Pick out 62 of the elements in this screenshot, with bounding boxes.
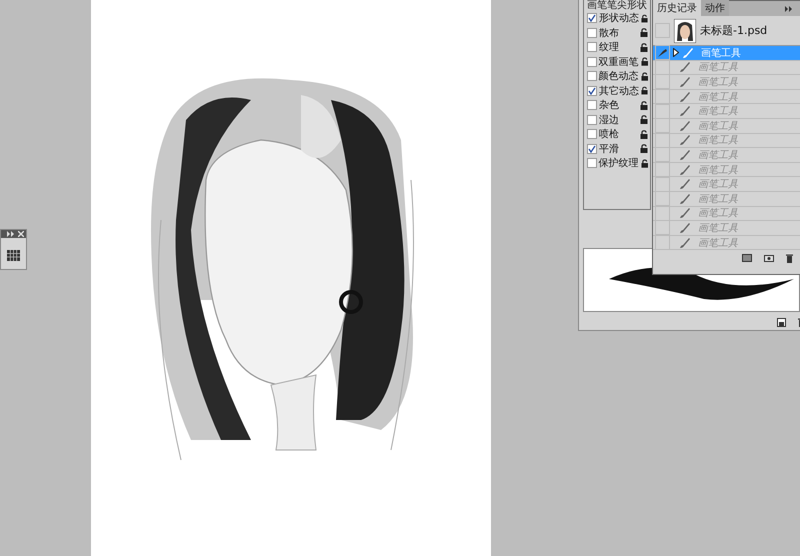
checkbox[interactable] <box>587 86 597 96</box>
checkbox[interactable] <box>587 114 597 125</box>
camera-icon[interactable] <box>764 254 774 262</box>
brush-icon <box>679 207 691 220</box>
option-label[interactable]: 双重画笔 <box>598 54 638 69</box>
brush-icon <box>679 134 691 146</box>
checkbox[interactable] <box>587 13 597 24</box>
checkbox[interactable] <box>587 158 596 168</box>
lock-icon[interactable] <box>640 144 648 154</box>
new-document-icon[interactable] <box>742 254 752 262</box>
option-label[interactable]: 杂色 <box>599 98 638 112</box>
lock-icon[interactable] <box>640 115 648 124</box>
brush-icon <box>679 148 691 161</box>
checkbox[interactable] <box>587 129 597 140</box>
lock-icon[interactable] <box>641 86 648 96</box>
panel-tab[interactable]: 历史记录 <box>653 0 701 16</box>
option-label[interactable]: 其它动态 <box>599 84 639 98</box>
option-label[interactable]: 纹理 <box>599 40 638 54</box>
brush-icon <box>679 76 691 88</box>
option-label[interactable]: 保护纹理 <box>598 156 638 170</box>
lock-icon[interactable] <box>641 14 648 23</box>
expand-icon[interactable] <box>7 231 15 237</box>
checkbox[interactable] <box>587 100 597 110</box>
panel-menu-icon[interactable] <box>785 6 793 12</box>
brush-icon <box>679 90 691 103</box>
option-label[interactable]: 颜色动态 <box>598 69 638 84</box>
state-pointer-icon[interactable] <box>673 48 679 58</box>
lock-icon[interactable] <box>640 100 648 110</box>
history-brush-icon[interactable] <box>657 48 668 58</box>
close-icon[interactable] <box>18 231 24 237</box>
option-label[interactable]: 喷枪 <box>599 127 638 142</box>
option-label[interactable]: 湿边 <box>599 112 638 127</box>
panel-tab[interactable]: 动作 <box>701 0 729 16</box>
brush-icon <box>679 120 691 132</box>
lock-icon[interactable] <box>640 130 648 139</box>
lock-icon[interactable] <box>640 72 648 81</box>
brush-icon <box>679 222 691 234</box>
lock-icon[interactable] <box>640 57 648 66</box>
checkbox[interactable] <box>587 28 597 38</box>
checkbox[interactable] <box>587 144 597 154</box>
snapshot-name[interactable]: 未标题-1.psd <box>700 23 768 38</box>
lock-icon[interactable] <box>640 28 648 38</box>
brush-icon <box>679 61 691 74</box>
brush-icon <box>679 236 691 249</box>
brush-icon <box>679 192 691 205</box>
checkbox[interactable] <box>587 71 596 82</box>
option-label[interactable]: 散布 <box>599 26 638 40</box>
grid-icon[interactable] <box>7 250 20 261</box>
checkbox[interactable] <box>587 42 597 52</box>
option-label[interactable]: 形状动态 <box>599 11 639 26</box>
snapshot-thumbnail[interactable] <box>674 18 696 42</box>
lock-icon[interactable] <box>640 42 648 52</box>
new-preset-icon[interactable] <box>777 318 786 327</box>
brush-icon <box>682 46 694 59</box>
option-label[interactable]: 平滑 <box>599 142 638 156</box>
brush-icon <box>679 178 691 190</box>
trash-icon[interactable] <box>786 254 793 264</box>
checkbox[interactable] <box>587 56 596 67</box>
section-title: 画笔笔尖形状 <box>586 0 648 11</box>
brush-icon <box>679 164 691 176</box>
lock-icon[interactable] <box>640 158 648 168</box>
brush-icon <box>679 105 691 118</box>
